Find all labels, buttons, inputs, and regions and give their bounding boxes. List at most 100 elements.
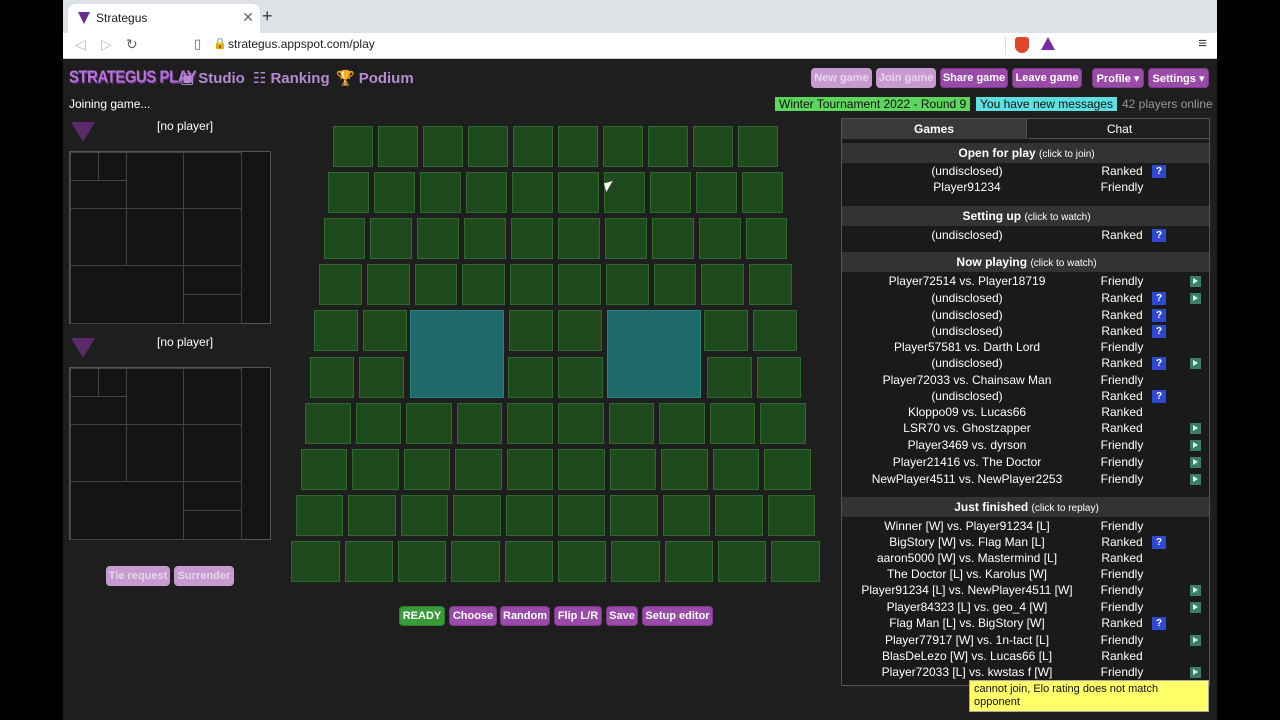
url-field[interactable]: strategus.appspot.com/play	[228, 37, 375, 51]
play-icon[interactable]	[1190, 440, 1201, 451]
play-icon[interactable]	[1190, 635, 1201, 646]
leave-game-button[interactable]: Leave game	[1012, 68, 1082, 88]
play-icon[interactable]	[1190, 293, 1201, 304]
board-square[interactable]	[709, 402, 756, 444]
board-square[interactable]	[295, 494, 344, 536]
board-square[interactable]	[406, 402, 452, 444]
board-square[interactable]	[738, 126, 779, 168]
board-square[interactable]	[698, 218, 741, 260]
game-row[interactable]: Player84323 [L] vs. geo_4 [W] Friendly	[842, 600, 1209, 616]
board-square[interactable]	[291, 540, 340, 582]
bookmark-icon[interactable]: ▯	[194, 36, 201, 52]
board-square[interactable]	[767, 494, 816, 536]
board-square[interactable]	[511, 218, 553, 260]
board-square[interactable]	[422, 126, 463, 168]
board-square[interactable]	[464, 218, 507, 260]
board-square[interactable]	[749, 264, 793, 306]
board-square[interactable]	[397, 540, 447, 582]
board-square[interactable]	[456, 402, 503, 444]
close-icon[interactable]: ✕	[242, 9, 254, 26]
menu-icon[interactable]: ≡	[1198, 35, 1207, 52]
game-row[interactable]: aaron5000 [W] vs. Mastermind [L] Ranked	[842, 551, 1209, 567]
board-square[interactable]	[662, 494, 711, 536]
board-square[interactable]	[506, 448, 553, 490]
game-row[interactable]: Player77917 [W] vs. 1n-tact [L] Friendly	[842, 633, 1209, 649]
board-square[interactable]	[512, 126, 553, 168]
board-square[interactable]	[359, 356, 405, 398]
board-square[interactable]	[352, 448, 399, 490]
board-square[interactable]	[706, 356, 752, 398]
board-square[interactable]	[510, 264, 553, 306]
logo[interactable]: STRATEGUS PLAY	[69, 68, 197, 88]
browser-tab[interactable]: Strategus ✕	[68, 4, 260, 33]
ready-button[interactable]: READY	[399, 606, 445, 626]
board-square[interactable]	[603, 126, 644, 168]
brave-rewards-icon[interactable]	[1041, 37, 1055, 50]
new-game-button[interactable]: New game	[811, 68, 872, 88]
board-square[interactable]	[558, 310, 602, 352]
board-square[interactable]	[453, 494, 501, 536]
board-square[interactable]	[604, 218, 647, 260]
brave-shield-icon[interactable]	[1015, 37, 1029, 53]
choose-button[interactable]: Choose	[449, 606, 497, 626]
board-square[interactable]	[760, 402, 806, 444]
board-square[interactable]	[505, 494, 553, 536]
help-icon[interactable]: ?	[1152, 229, 1166, 242]
board-square[interactable]	[611, 540, 660, 582]
game-row[interactable]: Winner [W] vs. Player91234 [L] Friendly	[842, 519, 1209, 535]
setup-editor-button[interactable]: Setup editor	[642, 606, 713, 626]
game-row[interactable]: LSR70 vs. Ghostzapper Ranked	[842, 421, 1209, 437]
game-row[interactable]: Player91234 [L] vs. NewPlayer4511 [W] Fri…	[842, 583, 1209, 599]
reload-icon[interactable]: ↻	[126, 36, 138, 53]
board-square[interactable]	[741, 172, 783, 214]
board-square[interactable]	[455, 448, 502, 490]
flip-button[interactable]: Flip L/R	[554, 606, 602, 626]
game-row[interactable]: (undisclosed) Ranked?	[842, 291, 1209, 307]
board-square[interactable]	[653, 264, 697, 306]
game-board[interactable]	[283, 120, 828, 590]
tournament-badge[interactable]: Winter Tournament 2022 - Round 9	[775, 97, 971, 111]
board-square[interactable]	[323, 218, 366, 260]
help-icon[interactable]: ?	[1152, 292, 1166, 305]
board-square[interactable]	[764, 448, 811, 490]
board-square[interactable]	[377, 126, 418, 168]
help-icon[interactable]: ?	[1152, 165, 1166, 178]
game-row[interactable]: Player72033 vs. Chainsaw Man Friendly	[842, 373, 1209, 389]
messages-badge[interactable]: You have new messages	[976, 97, 1117, 111]
board-square[interactable]	[370, 218, 413, 260]
save-button[interactable]: Save	[606, 606, 638, 626]
board-square[interactable]	[648, 126, 689, 168]
board-square[interactable]	[558, 402, 604, 444]
board-square[interactable]	[451, 540, 500, 582]
help-icon[interactable]: ?	[1152, 617, 1166, 630]
board-square[interactable]	[420, 172, 462, 214]
board-square[interactable]	[314, 310, 359, 352]
play-icon[interactable]	[1190, 602, 1201, 613]
board-square[interactable]	[558, 264, 601, 306]
board-square[interactable]	[507, 402, 553, 444]
game-row[interactable]: Player72033 [L] vs. kwstas f [W] Friendly	[842, 665, 1209, 681]
nav-studio[interactable]: ▣ Studio	[180, 69, 245, 87]
game-row[interactable]: (undisclosed) Ranked?	[842, 324, 1209, 340]
board-square[interactable]	[752, 310, 797, 352]
board-square[interactable]	[661, 448, 708, 490]
board-square[interactable]	[609, 448, 656, 490]
board-square[interactable]	[745, 218, 788, 260]
play-icon[interactable]	[1190, 276, 1201, 287]
board-square[interactable]	[558, 218, 600, 260]
back-icon[interactable]: ◁	[75, 36, 86, 53]
board-square[interactable]	[558, 540, 607, 582]
tie-request-button[interactable]: Tie request	[106, 566, 170, 586]
surrender-button[interactable]: Surrender	[174, 566, 234, 586]
board-square[interactable]	[318, 264, 362, 306]
board-square[interactable]	[715, 494, 763, 536]
board-square[interactable]	[305, 402, 351, 444]
help-icon[interactable]: ?	[1152, 309, 1166, 322]
share-game-button[interactable]: Share game	[940, 68, 1008, 88]
profile-button[interactable]: Profile ▾	[1092, 68, 1144, 88]
game-row[interactable]: Flag Man [L] vs. BigStory [W] Ranked?	[842, 616, 1209, 632]
board-square[interactable]	[649, 172, 691, 214]
board-square[interactable]	[508, 356, 553, 398]
board-square[interactable]	[712, 448, 759, 490]
help-icon[interactable]: ?	[1152, 536, 1166, 549]
